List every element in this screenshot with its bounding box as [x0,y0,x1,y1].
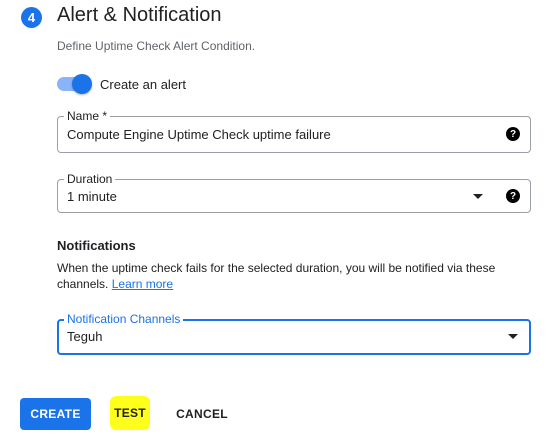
section-description: Define Uptime Check Alert Condition. [57,39,256,53]
notification-channels-label: Notification Channels [64,312,184,326]
name-field-value[interactable]: Compute Engine Uptime Check uptime failu… [67,127,331,142]
learn-more-link[interactable]: Learn more [112,277,173,291]
chevron-down-icon[interactable] [473,194,483,199]
duration-select[interactable]: Duration 1 minute ? [57,172,531,213]
name-field[interactable]: Name * Compute Engine Uptime Check uptim… [57,109,531,153]
create-alert-label: Create an alert [100,77,186,92]
cancel-button[interactable]: CANCEL [171,398,233,430]
toggle-thumb [72,74,92,94]
help-icon[interactable]: ? [506,189,520,203]
chevron-down-icon[interactable] [508,334,518,339]
step-number-badge: 4 [21,7,42,28]
create-button[interactable]: CREATE [20,398,91,430]
name-field-label: Name * [64,109,111,123]
create-alert-toggle[interactable] [57,74,92,94]
duration-field-value: 1 minute [67,189,117,204]
step-number: 4 [27,10,36,25]
test-button[interactable]: TEST [110,396,150,430]
duration-field-label: Duration [64,172,116,186]
notification-channels-select[interactable]: Notification Channels Teguh [57,312,531,355]
section-title: Alert & Notification [57,4,222,26]
notification-channels-value: Teguh [67,329,103,344]
help-icon[interactable]: ? [506,127,520,141]
notifications-description: When the uptime check fails for the sele… [57,260,517,292]
notifications-heading: Notifications [57,238,136,253]
